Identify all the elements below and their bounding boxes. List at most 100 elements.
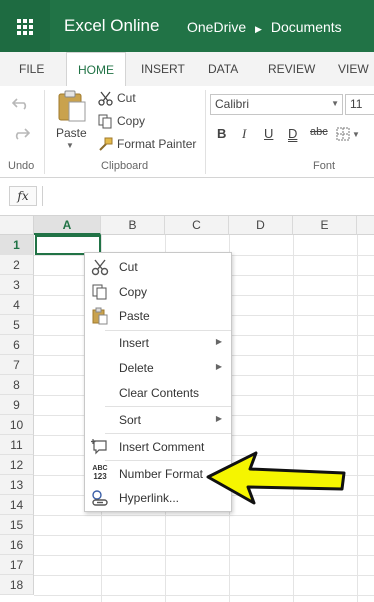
row-header-7[interactable]: 7 [0, 355, 34, 375]
column-header-f[interactable] [357, 216, 374, 235]
number-format-icon-text-bottom: 123 [93, 472, 107, 481]
redo-icon[interactable] [12, 126, 30, 140]
row-header-4[interactable]: 4 [0, 295, 34, 315]
row-header-14[interactable]: 14 [0, 495, 34, 515]
menu-item-label: Hyperlink... [119, 491, 180, 505]
font-group-label: Font [313, 160, 336, 172]
copy-button[interactable]: Copy [98, 113, 158, 131]
chevron-down-icon: ▼ [331, 99, 339, 108]
paste-dropdown-icon[interactable]: ▼ [66, 141, 74, 150]
paste-label: Paste [56, 126, 87, 140]
title-bar: Excel Online OneDrive ▶ Documents [0, 0, 374, 52]
insert-function-button[interactable]: fx [9, 186, 37, 206]
menu-item-cut[interactable]: Cut [85, 255, 231, 279]
row-header-18[interactable]: 18 [0, 575, 34, 595]
font-size-value: 11 [350, 97, 363, 111]
menu-item-label: Number Format [119, 467, 204, 481]
row-header-12[interactable]: 12 [0, 455, 34, 475]
menu-item-delete[interactable]: Delete ▶ [85, 356, 231, 380]
row-header-8[interactable]: 8 [0, 375, 34, 395]
column-header-c[interactable]: C [165, 216, 229, 235]
submenu-arrow-icon: ▶ [215, 337, 222, 346]
column-header-d[interactable]: D [229, 216, 293, 235]
strikethrough-button[interactable]: abc [310, 126, 328, 138]
tab-data[interactable]: DATA [208, 62, 238, 76]
menu-item-label: Cut [119, 260, 138, 274]
paste-icon [92, 307, 108, 325]
menu-item-label: Delete [119, 361, 154, 375]
cut-button[interactable]: Cut [98, 90, 158, 108]
row-header-3[interactable]: 3 [0, 275, 34, 295]
row-header-2[interactable]: 2 [0, 255, 34, 275]
tab-review[interactable]: REVIEW [268, 62, 315, 76]
bold-button[interactable]: B [217, 126, 226, 141]
row-header-9[interactable]: 9 [0, 395, 34, 415]
hyperlink-icon [92, 490, 108, 506]
submenu-arrow-icon: ▶ [215, 362, 222, 371]
row-header-11[interactable]: 11 [0, 435, 34, 455]
breadcrumb: OneDrive ▶ Documents [187, 19, 342, 35]
row-header-15[interactable]: 15 [0, 515, 34, 535]
menu-item-label: Clear Contents [119, 386, 200, 400]
row-header-16[interactable]: 16 [0, 535, 34, 555]
underline-button[interactable]: U [264, 126, 273, 141]
copy-icon [92, 284, 107, 300]
app-title[interactable]: Excel Online [64, 16, 159, 36]
cut-label: Cut [117, 91, 136, 105]
clipboard-icon [58, 90, 86, 122]
breadcrumb-documents[interactable]: Documents [271, 19, 342, 35]
ribbon: Undo Paste ▼ Cut Copy Format Painter Cli… [0, 86, 374, 178]
tab-file[interactable]: FILE [19, 62, 44, 76]
borders-dropdown-icon[interactable]: ▼ [352, 130, 360, 139]
ribbon-tabs: FILE HOME INSERT DATA REVIEW VIEW [0, 52, 374, 87]
tab-insert[interactable]: INSERT [141, 62, 185, 76]
column-header-b[interactable]: B [101, 216, 165, 235]
formula-bar: fx [0, 178, 374, 216]
menu-item-clear-contents[interactable]: Clear Contents [85, 381, 231, 405]
select-all-corner[interactable] [0, 216, 34, 235]
row-header-5[interactable]: 5 [0, 315, 34, 335]
menu-item-label: Copy [119, 285, 148, 299]
row-header-13[interactable]: 13 [0, 475, 34, 495]
undo-icon[interactable] [12, 96, 30, 110]
annotation-arrow-icon [206, 451, 346, 505]
undo-group-label: Undo [8, 160, 35, 172]
paste-button[interactable]: Paste ▼ [52, 88, 90, 158]
comment-icon [91, 439, 107, 455]
format-painter-label: Format Painter [117, 137, 197, 151]
tab-view[interactable]: VIEW [338, 62, 369, 76]
breadcrumb-onedrive[interactable]: OneDrive [187, 19, 246, 35]
tab-home[interactable]: HOME [66, 52, 126, 87]
submenu-arrow-icon: ▶ [215, 414, 222, 423]
column-header-a[interactable]: A [34, 216, 101, 235]
menu-item-insert[interactable]: Insert ▶ [85, 331, 231, 355]
scissors-icon [91, 259, 109, 276]
row-header-17[interactable]: 17 [0, 555, 34, 575]
menu-item-label: Insert Comment [119, 440, 205, 454]
menu-item-paste[interactable]: Paste [85, 304, 231, 328]
copy-icon [98, 114, 112, 129]
row-header-6[interactable]: 6 [0, 335, 34, 355]
italic-button[interactable]: I [242, 126, 246, 142]
font-size-select[interactable]: 11 [345, 94, 374, 115]
copy-label: Copy [117, 114, 146, 128]
double-underline-button[interactable]: D [288, 126, 297, 141]
row-header-10[interactable]: 10 [0, 415, 34, 435]
scissors-icon [98, 91, 113, 106]
menu-item-copy[interactable]: Copy [85, 280, 231, 304]
number-format-icon: ABC 123 [91, 465, 109, 483]
menu-item-label: Sort [119, 413, 142, 427]
row-header-1[interactable]: 1 [0, 235, 34, 255]
app-launcher-icon[interactable] [0, 0, 50, 52]
font-name-value: Calibri [215, 97, 250, 111]
format-painter-icon [99, 137, 113, 151]
menu-item-label: Insert [119, 336, 150, 350]
clipboard-group-label: Clipboard [101, 160, 149, 172]
column-header-e[interactable]: E [293, 216, 357, 235]
format-painter-button[interactable]: Format Painter [98, 136, 202, 154]
breadcrumb-separator-icon: ▶ [255, 24, 262, 34]
menu-item-sort[interactable]: Sort ▶ [85, 408, 231, 432]
font-name-select[interactable]: Calibri ▼ [210, 94, 343, 115]
borders-icon[interactable] [336, 127, 350, 141]
formula-input[interactable] [42, 186, 367, 206]
